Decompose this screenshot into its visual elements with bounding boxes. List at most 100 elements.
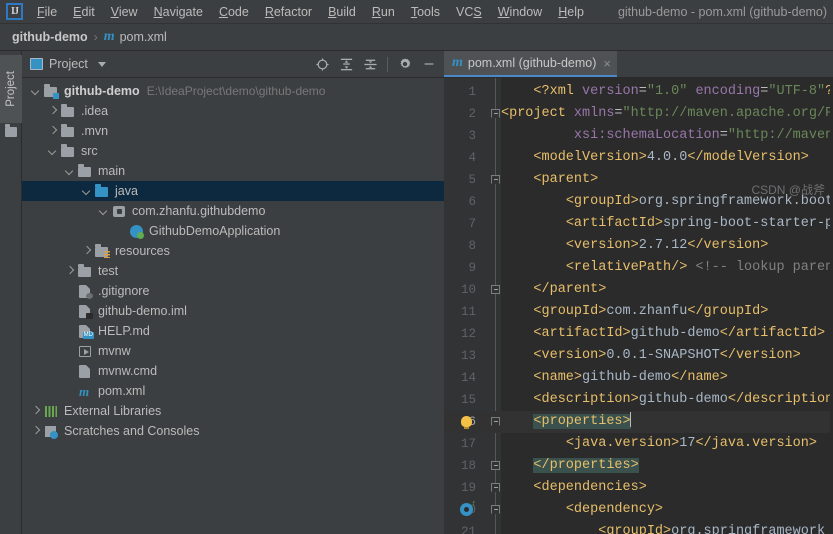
code-line[interactable]: <artifactId>spring-boot-starter-p bbox=[501, 213, 833, 235]
code-text[interactable]: <?xml version="1.0" encoding="UTF-8"?><p… bbox=[501, 78, 833, 534]
code-token: <parent> bbox=[533, 172, 599, 187]
fold-collapse-icon[interactable] bbox=[491, 505, 500, 514]
tree-node-resources[interactable]: resources bbox=[22, 241, 444, 261]
line-number: 5 bbox=[468, 173, 476, 187]
code-line[interactable]: <?xml version="1.0" encoding="UTF-8"?> bbox=[501, 81, 833, 103]
chevron-down-icon[interactable] bbox=[81, 186, 92, 197]
code-line[interactable]: <project xmlns="http://maven.apache.org/… bbox=[501, 103, 833, 125]
tree-node-mvnw[interactable]: mvnw bbox=[22, 341, 444, 361]
expand-all-icon-svg bbox=[340, 58, 352, 70]
code-line[interactable]: <parent> bbox=[501, 169, 598, 191]
spring-boot-class-icon bbox=[128, 224, 144, 239]
code-line[interactable]: <dependencies> bbox=[501, 477, 646, 499]
fold-collapse-icon[interactable] bbox=[491, 483, 500, 492]
chevron-down-icon[interactable] bbox=[98, 206, 109, 217]
tree-node-scratches-and-consoles[interactable]: Scratches and Consoles bbox=[22, 421, 444, 441]
collapse-all-icon[interactable] bbox=[359, 53, 381, 75]
code-line[interactable]: </properties> bbox=[501, 455, 639, 477]
menu-item-help[interactable]: Help bbox=[550, 3, 592, 21]
code-line[interactable]: <dependency> bbox=[501, 499, 663, 521]
left-tool-stripe: Project bbox=[0, 51, 22, 534]
chevron-right-icon[interactable] bbox=[30, 406, 41, 417]
chevron-right-icon[interactable] bbox=[47, 126, 58, 137]
tree-node-com-zhanfu-githubdemo[interactable]: com.zhanfu.githubdemo bbox=[22, 201, 444, 221]
intention-bulb-icon[interactable] bbox=[461, 416, 472, 429]
chevron-right-icon[interactable] bbox=[30, 426, 41, 437]
editor-tab-pom-xml[interactable]: m pom.xml (github-demo) × bbox=[444, 51, 617, 77]
tree-node-github-demo[interactable]: github-demo E:\IdeaProject\demo\github-de… bbox=[22, 81, 444, 101]
tree-node-github-demo-iml[interactable]: github-demo.iml bbox=[22, 301, 444, 321]
hide-panel-icon[interactable] bbox=[418, 53, 440, 75]
code-line[interactable]: xsi:schemaLocation="http://maven bbox=[501, 125, 833, 147]
folder-icon bbox=[60, 123, 76, 139]
tree-node-external-libraries[interactable]: External Libraries bbox=[22, 401, 444, 421]
menu-item-tools[interactable]: Tools bbox=[403, 3, 448, 21]
fold-collapse-icon[interactable] bbox=[491, 417, 500, 426]
expand-all-icon[interactable] bbox=[335, 53, 357, 75]
code-line[interactable]: <groupId>com.zhanfu</groupId> bbox=[501, 301, 768, 323]
code-line[interactable]: <name>github-demo</name> bbox=[501, 367, 727, 389]
code-line[interactable]: <properties> bbox=[501, 411, 631, 433]
fold-end-icon[interactable] bbox=[491, 285, 500, 294]
breadcrumb-project[interactable]: github-demo bbox=[12, 30, 88, 44]
locate-in-tree-icon[interactable] bbox=[311, 53, 333, 75]
code-token: <project bbox=[501, 106, 566, 121]
code-editor[interactable]: 123456789101112131415161718192021 <?xml … bbox=[444, 78, 833, 534]
menu-mnemonic: T bbox=[410, 4, 418, 19]
menu-item-build[interactable]: Build bbox=[320, 3, 364, 21]
menu-item-vcs[interactable]: VCS bbox=[448, 3, 490, 21]
menu-item-view[interactable]: View bbox=[103, 3, 146, 21]
maven-reload-project-icon[interactable] bbox=[460, 498, 476, 516]
folder-icon[interactable] bbox=[5, 124, 17, 137]
tree-node-main[interactable]: main bbox=[22, 161, 444, 181]
fold-collapse-icon[interactable] bbox=[491, 175, 500, 184]
code-line[interactable]: <artifactId>github-demo</artifactId> bbox=[501, 323, 825, 345]
menu-item-refactor[interactable]: Refactor bbox=[257, 3, 320, 21]
code-line[interactable]: <java.version>17</java.version> bbox=[501, 433, 817, 455]
chevron-down-icon[interactable] bbox=[47, 146, 58, 157]
chevron-right-icon[interactable] bbox=[81, 246, 92, 257]
chevron-down-icon[interactable] bbox=[30, 86, 41, 97]
tree-node-githubdemoapplication[interactable]: GithubDemoApplication bbox=[22, 221, 444, 241]
code-token: <relativePath/> bbox=[565, 260, 688, 275]
tree-node-pom-xml[interactable]: m pom.xml bbox=[22, 381, 444, 401]
menu-mnemonic: H bbox=[558, 4, 568, 19]
tree-node--gitignore[interactable]: .gitignore bbox=[22, 281, 444, 301]
code-line[interactable]: <version>2.7.12</version> bbox=[501, 235, 769, 257]
menu-item-edit[interactable]: Edit bbox=[65, 3, 103, 21]
code-line[interactable]: </parent> bbox=[501, 279, 606, 301]
code-line[interactable]: <groupId>org.springframework bbox=[501, 521, 825, 534]
tree-node-mvnw-cmd[interactable]: mvnw.cmd bbox=[22, 361, 444, 381]
fold-end-icon[interactable] bbox=[491, 461, 500, 470]
chevron-right-icon[interactable] bbox=[64, 266, 75, 277]
menu-item-file[interactable]: File bbox=[29, 3, 65, 21]
menu-item-navigate[interactable]: Navigate bbox=[146, 3, 211, 21]
menu-item-window[interactable]: Window bbox=[490, 3, 550, 21]
tree-node-java[interactable]: java bbox=[22, 181, 444, 201]
settings-gear-icon[interactable] bbox=[394, 53, 416, 75]
tree-node-help-md[interactable]: MD HELP.md bbox=[22, 321, 444, 341]
close-icon[interactable]: × bbox=[603, 56, 611, 71]
code-line[interactable]: <description>github-demo</description bbox=[501, 389, 833, 411]
tree-node-src[interactable]: src bbox=[22, 141, 444, 161]
fold-collapse-icon[interactable] bbox=[491, 109, 500, 118]
tree-node-test[interactable]: test bbox=[22, 261, 444, 281]
chevron-down-icon[interactable] bbox=[97, 61, 106, 67]
tree-node--idea[interactable]: .idea bbox=[22, 101, 444, 121]
code-token: = bbox=[719, 128, 728, 143]
menu-item-code[interactable]: Code bbox=[211, 3, 257, 21]
chevron-down-icon[interactable] bbox=[64, 166, 75, 177]
intellij-logo-icon[interactable]: IJ bbox=[6, 3, 23, 20]
code-line[interactable]: <modelVersion>4.0.0</modelVersion> bbox=[501, 147, 808, 169]
project-tree[interactable]: github-demo E:\IdeaProject\demo\github-de… bbox=[22, 78, 444, 534]
code-line[interactable]: <relativePath/> <!-- lookup paren bbox=[501, 257, 833, 279]
stripe-tab-project[interactable]: Project bbox=[0, 55, 22, 123]
tree-node--mvn[interactable]: .mvn bbox=[22, 121, 444, 141]
chevron-right-icon[interactable] bbox=[47, 106, 58, 117]
code-line[interactable]: <version>0.0.1-SNAPSHOT</version> bbox=[501, 345, 800, 367]
menu-item-run[interactable]: Run bbox=[364, 3, 403, 21]
breadcrumb-file[interactable]: pom.xml bbox=[120, 30, 167, 44]
line-number: 18 bbox=[460, 459, 476, 473]
